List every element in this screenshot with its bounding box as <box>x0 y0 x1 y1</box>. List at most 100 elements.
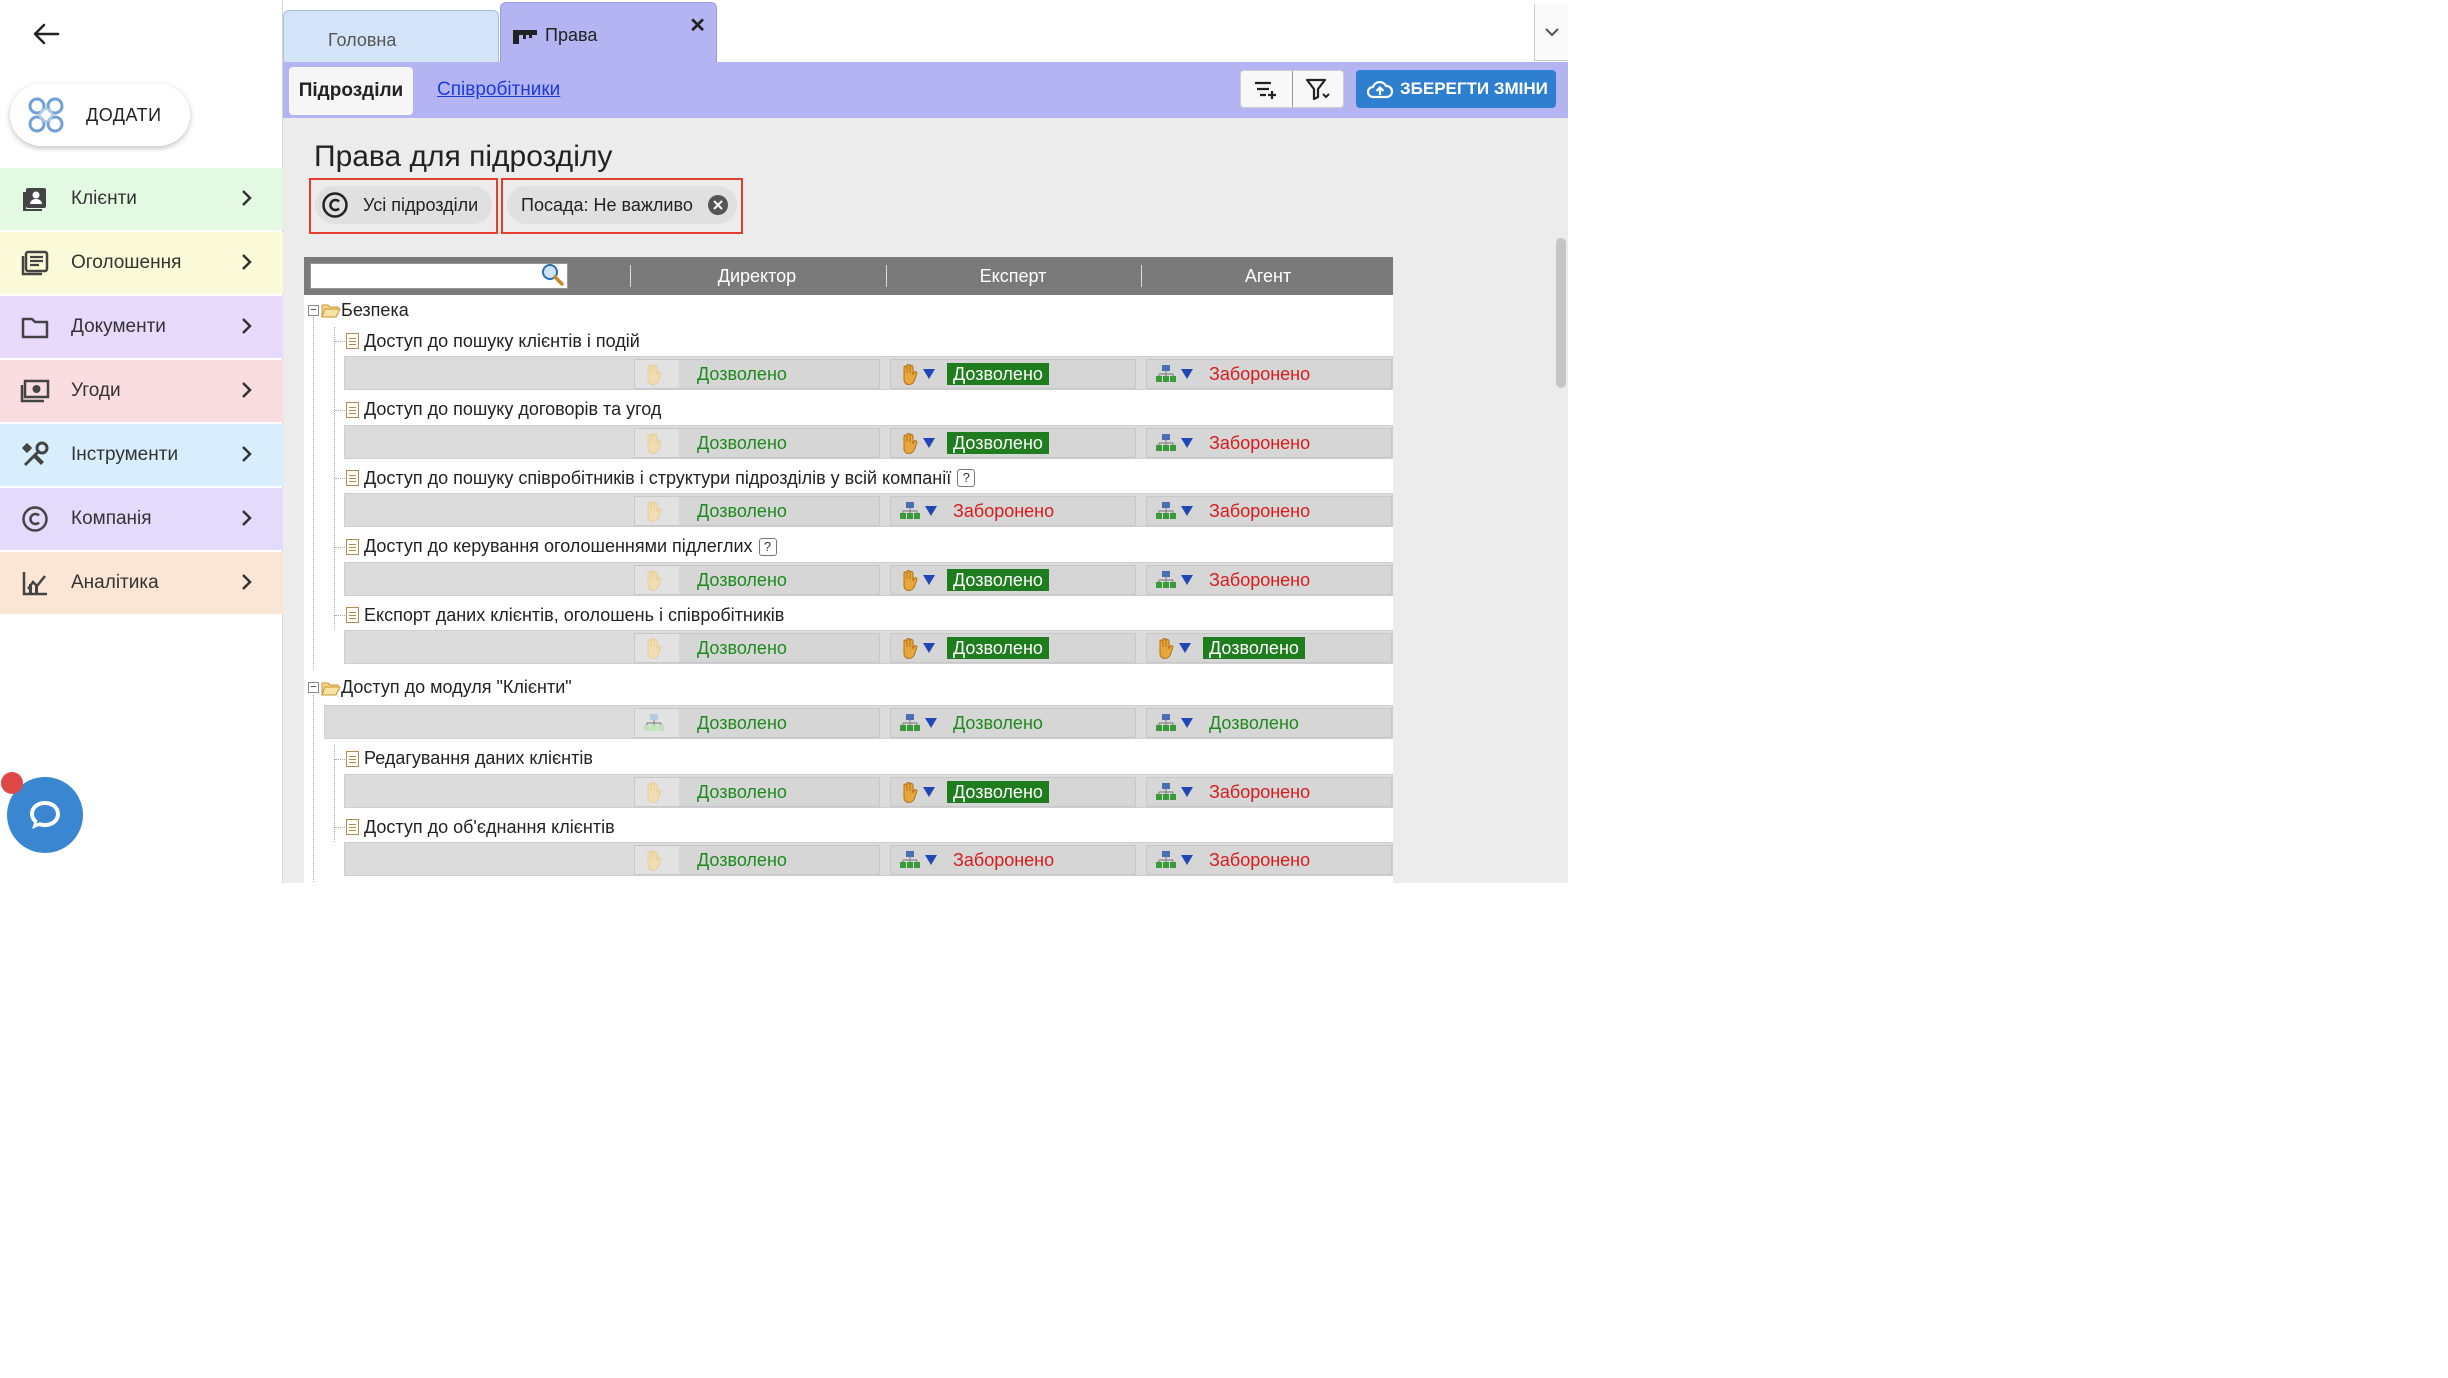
filter-options-button[interactable] <box>1291 71 1343 107</box>
add-button-label: ДОДАТИ <box>86 104 162 125</box>
save-changes-button[interactable]: ЗБЕРЕГТИ ЗМІНИ <box>1356 70 1556 108</box>
dropdown-caret-icon[interactable] <box>1181 369 1193 379</box>
help-icon[interactable]: ? <box>758 537 777 556</box>
dropdown-caret-icon[interactable] <box>1181 506 1193 516</box>
dropdown-caret-icon[interactable] <box>1181 574 1193 585</box>
org-structure-icon <box>1155 364 1177 384</box>
dropdown-caret-icon[interactable] <box>923 786 935 797</box>
permission-source[interactable] <box>891 360 935 388</box>
tab-rights[interactable]: Права ✕ <box>500 2 717 63</box>
permission-cell[interactable]: Дозволено <box>1146 633 1392 663</box>
vertical-scrollbar[interactable] <box>1556 238 1566 388</box>
dropdown-caret-icon[interactable] <box>925 717 937 728</box>
subtab-units[interactable]: Підрозділи <box>289 67 413 115</box>
permission-cell[interactable]: Дозволено <box>634 564 880 595</box>
dropdown-caret-icon[interactable] <box>1181 437 1193 448</box>
position-filter-chip[interactable]: Посада: Не важливо <box>507 186 737 224</box>
permission-cell[interactable]: Заборонено <box>1146 564 1392 595</box>
permission-cell[interactable]: Дозволено <box>634 359 880 389</box>
permission-cell[interactable]: Заборонено <box>890 496 1136 526</box>
permission-source[interactable] <box>891 429 935 457</box>
permission-cell[interactable]: Дозволено <box>890 359 1136 389</box>
permission-cell[interactable]: Заборонено <box>1146 776 1392 807</box>
permission-cell[interactable]: Дозволено <box>634 496 880 526</box>
permission-cell[interactable]: Дозволено <box>890 633 1136 663</box>
permission-cell[interactable]: Дозволено <box>634 633 880 663</box>
permission-cell[interactable]: Дозволено <box>634 427 880 458</box>
search-icon[interactable] <box>540 262 566 288</box>
permission-cell[interactable]: Дозволено <box>890 707 1136 738</box>
permission-cell[interactable]: Дозволено <box>634 845 880 875</box>
sidebar-item[interactable]: Клієнти <box>0 168 283 230</box>
sidebar-item[interactable]: Документи <box>0 296 283 358</box>
copyright-icon <box>322 192 348 218</box>
permission-source[interactable] <box>1147 634 1191 662</box>
permission-source[interactable] <box>891 497 937 525</box>
sidebar-item[interactable]: Інструменти <box>0 424 283 486</box>
tab-home-label: Головна <box>328 30 397 50</box>
permission-cell[interactable]: Дозволено <box>1146 707 1392 738</box>
dropdown-caret-icon[interactable] <box>1181 717 1193 728</box>
permission-cell[interactable]: Заборонено <box>1146 427 1392 458</box>
sub-toolbar: Підрозділи Співробітники ЗБЕРЕГТИ ЗМІНИ <box>283 62 1568 118</box>
chevron-right-icon <box>241 189 253 212</box>
permission-source[interactable] <box>891 709 937 737</box>
permission-source[interactable] <box>891 778 935 806</box>
permission-source[interactable] <box>1147 497 1193 525</box>
permission-cell[interactable]: Заборонено <box>1146 845 1392 875</box>
sidebar-item[interactable]: Угоди <box>0 360 283 422</box>
add-button[interactable]: ДОДАТИ <box>10 84 190 146</box>
permission-source[interactable] <box>1147 778 1193 806</box>
dropdown-caret-icon[interactable] <box>923 574 935 585</box>
remove-chip-icon[interactable] <box>707 194 729 216</box>
grid-search-input[interactable] <box>310 263 568 289</box>
help-icon[interactable]: ? <box>957 469 976 487</box>
permission-cell[interactable]: Дозволено <box>890 776 1136 807</box>
permission-cell[interactable]: Заборонено <box>1146 359 1392 389</box>
dropdown-caret-icon[interactable] <box>923 437 935 448</box>
tabs-dropdown-button[interactable] <box>1534 4 1568 61</box>
subtab-employees-link[interactable]: Співробітники <box>437 79 560 101</box>
permission-source[interactable] <box>1147 846 1193 874</box>
permission-source[interactable] <box>1147 709 1193 737</box>
collapse-toggle[interactable]: − <box>308 682 319 693</box>
permission-cell[interactable]: Заборонено <box>890 845 1136 875</box>
tab-close-button[interactable]: ✕ <box>689 13 706 38</box>
dropdown-caret-icon[interactable] <box>923 643 935 653</box>
cloud-upload-icon <box>1366 80 1394 99</box>
dropdown-caret-icon[interactable] <box>1181 855 1193 865</box>
dropdown-caret-icon[interactable] <box>925 855 937 865</box>
permission-source <box>635 360 679 388</box>
permission-value: Дозволено <box>697 712 787 733</box>
permission-source[interactable] <box>1147 360 1193 388</box>
permission-value: Дозволено <box>697 569 787 590</box>
permission-source[interactable] <box>1147 429 1193 457</box>
sidebar-item[interactable]: Компанія <box>0 488 283 550</box>
collapse-toggle[interactable]: − <box>308 304 319 316</box>
permission-cell[interactable]: Дозволено <box>634 707 880 738</box>
permission-value: Дозволено <box>947 780 1049 803</box>
dropdown-caret-icon[interactable] <box>923 369 935 379</box>
sidebar-item[interactable]: Оголошення <box>0 232 283 294</box>
permission-source[interactable] <box>1147 566 1193 594</box>
permission-cell[interactable]: Дозволено <box>890 564 1136 595</box>
dropdown-caret-icon[interactable] <box>925 506 937 516</box>
analytics-icon <box>20 568 50 598</box>
dropdown-caret-icon[interactable] <box>1181 786 1193 797</box>
chevron-right-icon <box>241 317 253 340</box>
permission-cell[interactable]: Дозволено <box>890 427 1136 458</box>
sidebar-item[interactable]: Аналітика <box>0 552 283 614</box>
tab-home[interactable]: Головна <box>283 10 499 63</box>
back-arrow-icon[interactable] <box>30 18 62 50</box>
permission-cell[interactable]: Заборонено <box>1146 496 1392 526</box>
add-filter-button[interactable] <box>1241 71 1292 107</box>
dropdown-caret-icon[interactable] <box>1179 643 1191 653</box>
units-filter-chip[interactable]: Усі підрозділи <box>315 186 492 224</box>
permission-row: Дозволено Заборонено Заборонено <box>344 842 1393 876</box>
chevron-right-icon <box>241 381 253 404</box>
rights-tree: − Безпека Доступ до пошуку клієнтів і по… <box>304 295 1393 883</box>
permission-source[interactable] <box>891 846 937 874</box>
permission-source[interactable] <box>891 566 935 594</box>
permission-source[interactable] <box>891 634 935 662</box>
permission-cell[interactable]: Дозволено <box>634 776 880 807</box>
